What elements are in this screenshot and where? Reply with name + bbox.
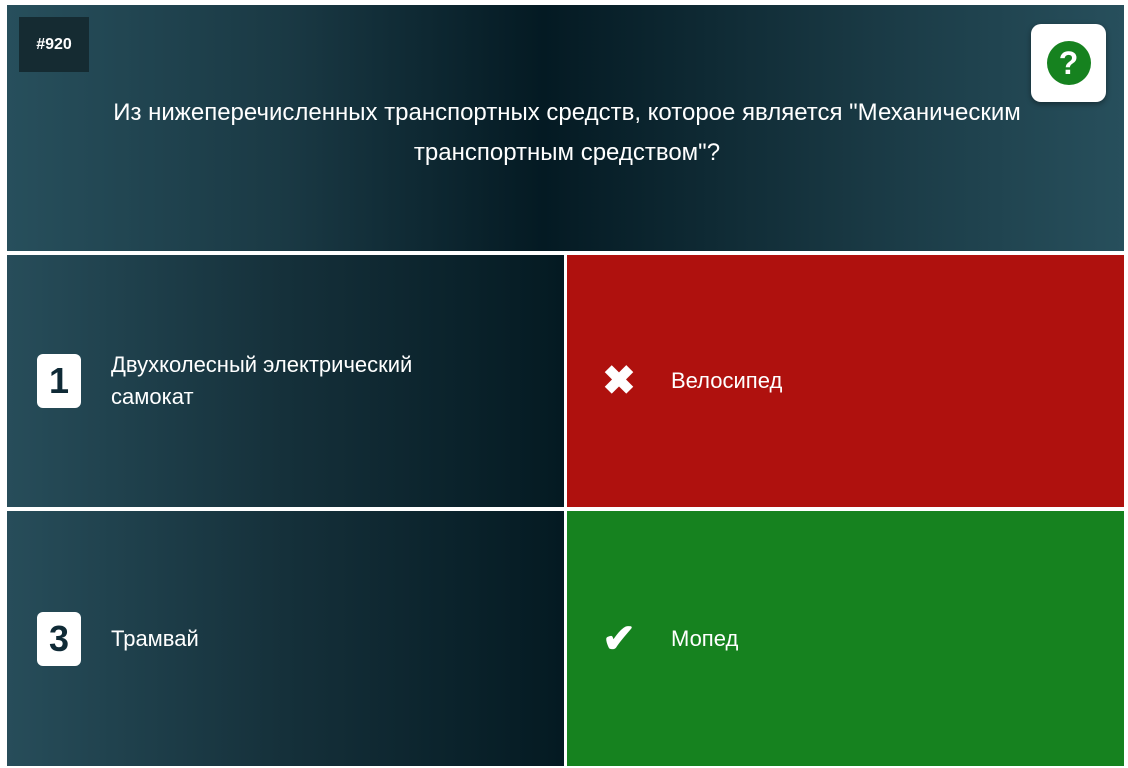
question-mark-icon: ?	[1046, 41, 1091, 85]
answer-option-1[interactable]: 1 Двухколесный электрический самокат	[7, 255, 564, 507]
answer-label: Мопед	[671, 625, 739, 651]
question-number-badge: #920	[19, 17, 89, 72]
answer-option-3[interactable]: 3 Трамвай	[7, 511, 564, 766]
answer-label: Велосипед	[671, 368, 783, 393]
question-header: #920 ? Из нижеперечисленных транспортных…	[7, 5, 1124, 251]
checkmark-icon: ✔	[602, 616, 636, 661]
question-text: Из нижеперечисленных транспортных средст…	[113, 99, 1021, 166]
answer-option-4-correct[interactable]: ✔ Мопед	[567, 511, 1124, 766]
help-button[interactable]: ?	[1031, 24, 1106, 102]
answer-label: Трамвай	[111, 625, 199, 651]
cross-icon: ✖	[602, 359, 636, 403]
answer-number-badge: 3	[37, 611, 81, 666]
answer-option-2-wrong[interactable]: ✖ Велосипед	[567, 255, 1124, 507]
answer-number-badge: 1	[37, 354, 81, 408]
answer-label: Двухколесный электрический самокат	[111, 352, 413, 409]
